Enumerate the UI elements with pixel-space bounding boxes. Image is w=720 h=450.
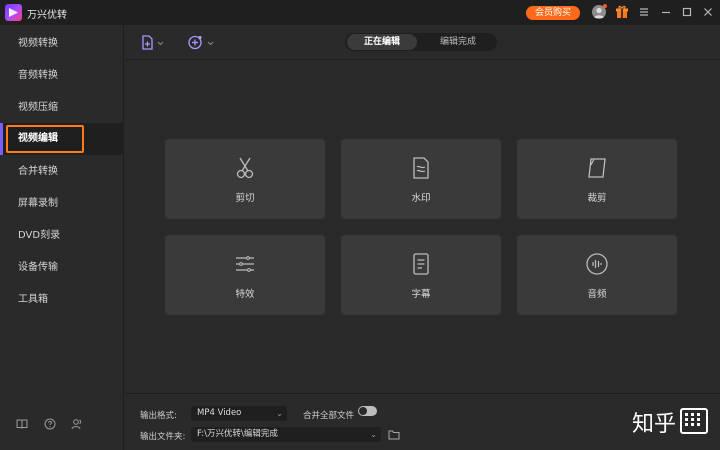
sidebar: 视频转换 音频转换 视频压缩 视频编辑 合并转换 屏幕录制 DVD刻录 设备传输… — [0, 25, 124, 450]
edit-status-tabs: 正在编辑 编辑完成 — [345, 33, 497, 51]
output-format-value: MP4 Video — [197, 408, 242, 418]
chevron-down-icon: ⌄ — [370, 430, 377, 439]
output-folder-value: F:\万兴优转\编辑完成 — [197, 429, 278, 439]
add-media-button[interactable] — [187, 34, 217, 51]
sidebar-item-screen-record[interactable]: 屏幕录制 — [0, 188, 124, 220]
sidebar-item-merge-convert[interactable]: 合并转换 — [0, 156, 124, 188]
tab-edit-complete[interactable]: 编辑完成 — [423, 33, 493, 51]
highlight-frame — [6, 125, 84, 153]
tool-card-audio[interactable]: 音频 — [517, 235, 677, 315]
merge-all-label: 合并全部文件 — [303, 411, 355, 421]
app-logo-icon — [5, 4, 22, 21]
toggle-knob — [359, 407, 367, 415]
chevron-down-icon: ⌄ — [276, 409, 283, 418]
maximize-icon[interactable] — [679, 4, 695, 20]
sidebar-item-video-convert[interactable]: 视频转换 — [0, 28, 124, 60]
add-file-button[interactable] — [141, 34, 167, 51]
open-folder-icon[interactable] — [388, 429, 400, 440]
tool-card-cut[interactable]: 剪切 — [165, 139, 325, 219]
sidebar-item-device-transfer[interactable]: 设备传输 — [0, 252, 124, 284]
output-folder-label: 输出文件夹: — [140, 432, 186, 442]
output-settings-bar: 输出格式: MP4 Video ⌄ 合并全部文件 输出文件夹: F:\万兴优转\… — [125, 393, 720, 450]
help-icon[interactable] — [44, 418, 56, 430]
notification-dot — [603, 4, 607, 8]
sidebar-item-dvd-burn[interactable]: DVD刻录 — [0, 220, 124, 252]
active-indicator — [0, 123, 3, 155]
minimize-icon[interactable] — [658, 4, 674, 20]
audio-icon — [585, 252, 609, 276]
subtitle-icon — [409, 252, 433, 276]
sidebar-item-audio-convert[interactable]: 音频转换 — [0, 60, 124, 92]
tool-card-label: 字幕 — [411, 289, 431, 300]
tool-card-label: 特效 — [235, 289, 255, 300]
gift-icon[interactable] — [616, 5, 628, 19]
scissors-icon — [233, 156, 257, 180]
merge-all-toggle[interactable] — [358, 406, 377, 416]
tool-card-subtitle[interactable]: 字幕 — [341, 235, 501, 315]
watermark-text: 知乎 — [632, 412, 677, 437]
tool-card-watermark[interactable]: 水印 — [341, 139, 501, 219]
app-title: 万兴优转 — [27, 10, 67, 21]
output-format-select[interactable]: MP4 Video ⌄ — [191, 406, 287, 421]
sidebar-item-video-compress[interactable]: 视频压缩 — [0, 92, 124, 124]
watermark-logo — [680, 408, 708, 434]
tool-card-label: 水印 — [411, 193, 431, 204]
crop-icon — [585, 156, 609, 180]
close-icon[interactable] — [700, 4, 716, 20]
tool-card-label: 音频 — [587, 289, 607, 300]
output-format-label: 输出格式: — [140, 411, 177, 421]
tool-card-crop[interactable]: 裁剪 — [517, 139, 677, 219]
buy-membership-button[interactable]: 会员购买 — [526, 6, 580, 20]
tool-card-label: 剪切 — [235, 193, 255, 204]
tool-card-effects[interactable]: 特效 — [165, 235, 325, 315]
main-panel: 正在编辑 编辑完成 剪切 水印 裁剪 特效 字幕 音频 输出格式: MP4 Vi… — [125, 25, 720, 450]
tool-card-label: 裁剪 — [587, 193, 607, 204]
sidebar-item-toolbox[interactable]: 工具箱 — [0, 284, 124, 316]
guide-book-icon[interactable] — [16, 418, 28, 430]
account-icon[interactable] — [71, 418, 83, 430]
menu-icon[interactable] — [636, 4, 652, 20]
title-bar: 万兴优转 会员购买 — [0, 0, 720, 25]
toolbar: 正在编辑 编辑完成 — [125, 25, 720, 60]
watermark-icon — [409, 156, 433, 180]
effects-icon — [233, 252, 257, 276]
output-folder-field[interactable]: F:\万兴优转\编辑完成 ⌄ — [191, 427, 381, 442]
tab-editing[interactable]: 正在编辑 — [347, 34, 417, 50]
